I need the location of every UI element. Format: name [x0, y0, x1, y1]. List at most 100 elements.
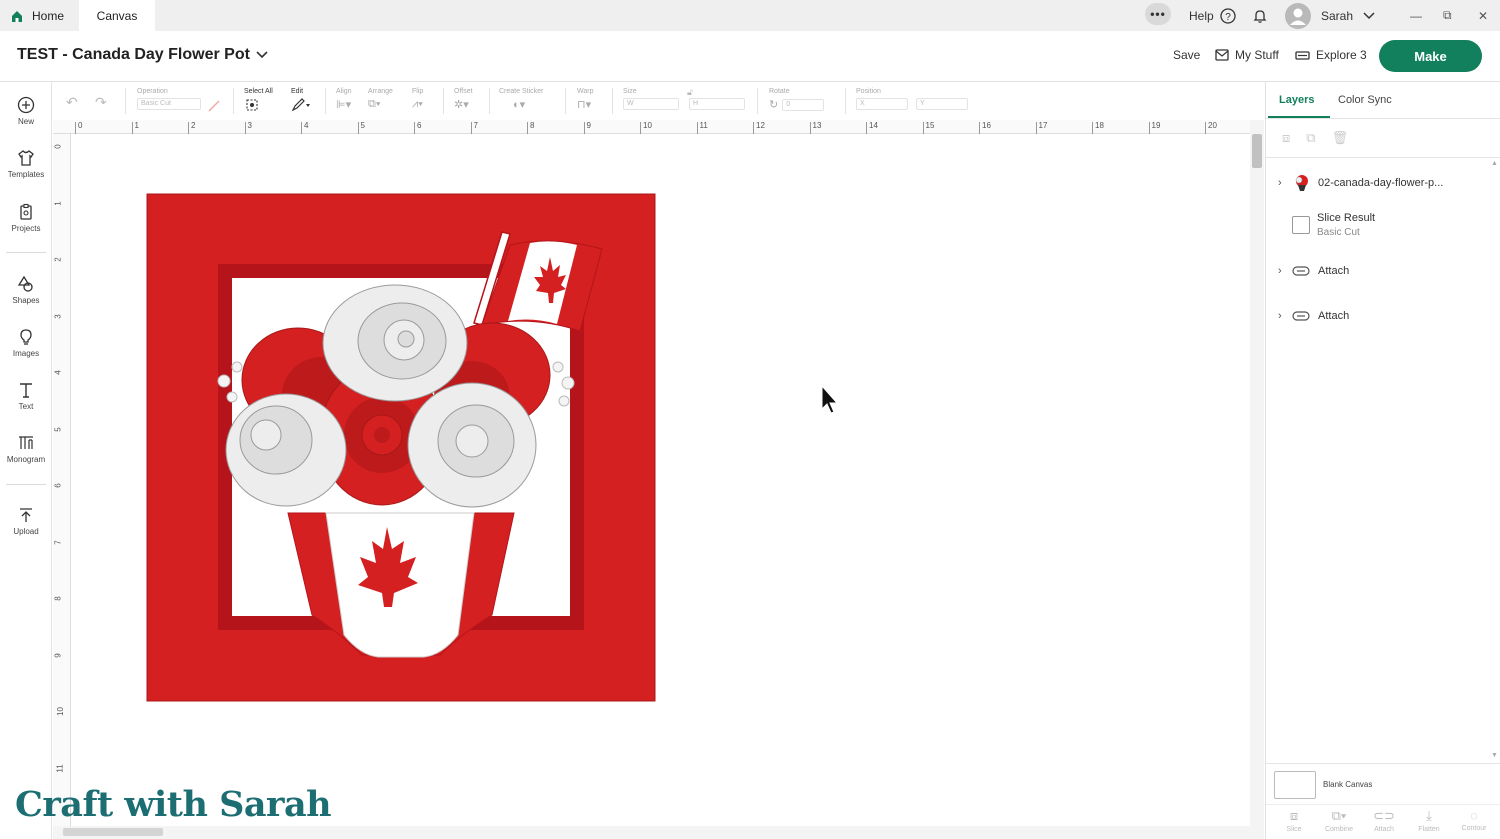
project-title-dropdown[interactable]: TEST - Canada Day Flower Pot: [17, 46, 268, 64]
more-options-button[interactable]: •••: [1145, 3, 1171, 25]
machine-select-button[interactable]: Explore 3: [1295, 48, 1367, 62]
chevron-right-icon[interactable]: ›: [1278, 265, 1292, 277]
sidebar-item-label: Text: [18, 402, 34, 411]
lock-icon[interactable]: 🔓︎: [687, 87, 693, 98]
attach-button[interactable]: ⊂⊃ Attach: [1366, 808, 1402, 833]
duplicate-icon[interactable]: ⧉: [1306, 130, 1315, 146]
align-button[interactable]: Align ⊫▾: [336, 88, 352, 111]
operation-select[interactable]: Operation Basic Cut: [137, 88, 201, 110]
slice-label: Slice: [1286, 826, 1302, 833]
design-artwork[interactable]: [72, 135, 1250, 826]
offset-button[interactable]: Offset ✲▾: [454, 88, 473, 111]
scroll-down-icon[interactable]: ▼: [1491, 752, 1498, 759]
sidebar-item-label: Shapes: [12, 296, 40, 305]
user-menu[interactable]: Sarah: [1285, 0, 1375, 31]
blank-canvas-swatch[interactable]: [1274, 771, 1316, 799]
sidebar-item-monogram[interactable]: Monogram: [0, 434, 52, 464]
chevron-down-icon: [1363, 11, 1375, 19]
position-label: Position: [856, 88, 881, 95]
sidebar-item-new[interactable]: New: [0, 96, 52, 126]
ruler-tick-label: 11: [699, 121, 708, 130]
flatten-button[interactable]: ⤓ Flatten: [1411, 808, 1447, 833]
restore-button[interactable]: ⧉: [1443, 0, 1452, 31]
scroll-up-icon[interactable]: ▲: [1491, 160, 1498, 167]
tab-canvas[interactable]: Canvas: [79, 0, 155, 31]
layer-row[interactable]: Slice Result Basic Cut: [1278, 212, 1375, 238]
minimize-button[interactable]: —: [1410, 0, 1422, 31]
operation-value: Basic Cut: [137, 98, 201, 110]
layer-row[interactable]: › Attach: [1278, 310, 1349, 322]
notifications-button[interactable]: [1252, 0, 1268, 31]
layer-row[interactable]: › 02-canada-day-flower-p...: [1278, 174, 1443, 192]
sticker-icon: ◐▾: [513, 99, 526, 111]
combine-icon: ⧉▾: [1331, 808, 1347, 823]
rotate-input[interactable]: 0: [782, 98, 825, 111]
slice-button[interactable]: ⧈ Slice: [1276, 808, 1312, 833]
sidebar-item-templates[interactable]: Templates: [0, 149, 52, 179]
sidebar-item-shapes[interactable]: Shapes: [0, 275, 52, 305]
arrange-icon: ⧉▾: [368, 98, 381, 110]
make-button[interactable]: Make: [1379, 40, 1482, 72]
tab-color-sync[interactable]: Color Sync: [1338, 94, 1392, 106]
panel-scrollbar[interactable]: ▲ ▼: [1491, 160, 1499, 762]
sidebar-item-upload[interactable]: Upload: [0, 506, 52, 536]
ruler-tick-label: 3: [53, 313, 63, 319]
help-button[interactable]: Help ?: [1189, 0, 1236, 31]
ruler-tick-label: 10: [55, 707, 65, 716]
horizontal-scrollbar[interactable]: [53, 826, 1264, 839]
sidebar-item-label: New: [17, 117, 34, 126]
size-controls: Size W H: [623, 88, 745, 110]
flatten-label: Flatten: [1418, 826, 1440, 833]
layer-name: Slice Result: [1317, 212, 1376, 224]
tab-layers[interactable]: Layers: [1279, 94, 1314, 106]
select-all-button[interactable]: Select All: [244, 88, 273, 112]
sidebar-item-images[interactable]: Images: [0, 328, 52, 358]
edit-button[interactable]: Edit: [291, 88, 311, 112]
redo-icon: ↷: [95, 94, 107, 110]
contour-button[interactable]: ◌ Contour: [1456, 808, 1492, 832]
ruler-tick-label: 5: [360, 121, 365, 130]
make-label: Make: [1414, 48, 1447, 64]
sidebar-item-text[interactable]: Text: [0, 381, 52, 411]
ruler-tick-label: 13: [812, 121, 822, 130]
create-sticker-button[interactable]: Create Sticker ◐▾: [499, 88, 543, 111]
warp-button[interactable]: Warp ⊓▾: [577, 88, 593, 111]
layer-row[interactable]: › Attach: [1278, 265, 1349, 277]
position-y-input[interactable]: Y: [916, 98, 968, 110]
ruler-tick: [1035, 122, 1037, 134]
arrange-label: Arrange: [368, 88, 393, 95]
vertical-scrollbar[interactable]: [1250, 120, 1264, 826]
chevron-right-icon[interactable]: ›: [1278, 310, 1292, 322]
edit-toolbar: ↶ ↷ Operation Basic Cut Select All Edit …: [53, 82, 1265, 120]
shirt-icon: [18, 150, 34, 166]
undo-button[interactable]: ↶: [66, 94, 78, 111]
slice-icon: ⧈: [1289, 808, 1299, 823]
redo-button[interactable]: ↷: [95, 94, 107, 111]
sidebar-item-projects[interactable]: Projects: [0, 203, 52, 233]
tab-canvas-label: Canvas: [96, 8, 138, 23]
flip-button[interactable]: Flip ⩘▾: [412, 88, 423, 111]
chevron-right-icon[interactable]: ›: [1278, 177, 1292, 189]
delete-icon[interactable]: 🗑︎: [1332, 130, 1349, 146]
save-button[interactable]: Save: [1173, 48, 1200, 62]
size-height-input[interactable]: H: [689, 98, 745, 110]
ruler-tick: [301, 122, 302, 134]
size-width-input[interactable]: W: [623, 98, 679, 110]
tab-home[interactable]: Home: [10, 0, 64, 31]
layer-operation: Basic Cut: [1317, 227, 1360, 238]
select-all-label: Select All: [244, 88, 273, 95]
my-stuff-button[interactable]: My Stuff: [1215, 48, 1279, 62]
close-button[interactable]: ✕: [1478, 0, 1488, 31]
arrange-button[interactable]: Arrange ⧉▾: [368, 88, 393, 111]
window-titlebar: Home Canvas ••• Help ? Sarah — ⧉ ✕: [0, 0, 1500, 31]
combine-button[interactable]: ⧉▾ Combine: [1321, 808, 1357, 833]
group-icon[interactable]: ⧈: [1282, 130, 1290, 146]
ruler-tick-label: 18: [1095, 121, 1104, 130]
position-x-input[interactable]: X: [856, 98, 908, 110]
scroll-thumb[interactable]: [63, 828, 163, 836]
more-icon: •••: [1150, 7, 1166, 21]
scroll-thumb[interactable]: [1252, 134, 1262, 168]
ruler-tick: [188, 122, 189, 134]
ruler-tick-label: 4: [53, 370, 63, 375]
design-canvas[interactable]: [72, 135, 1250, 826]
